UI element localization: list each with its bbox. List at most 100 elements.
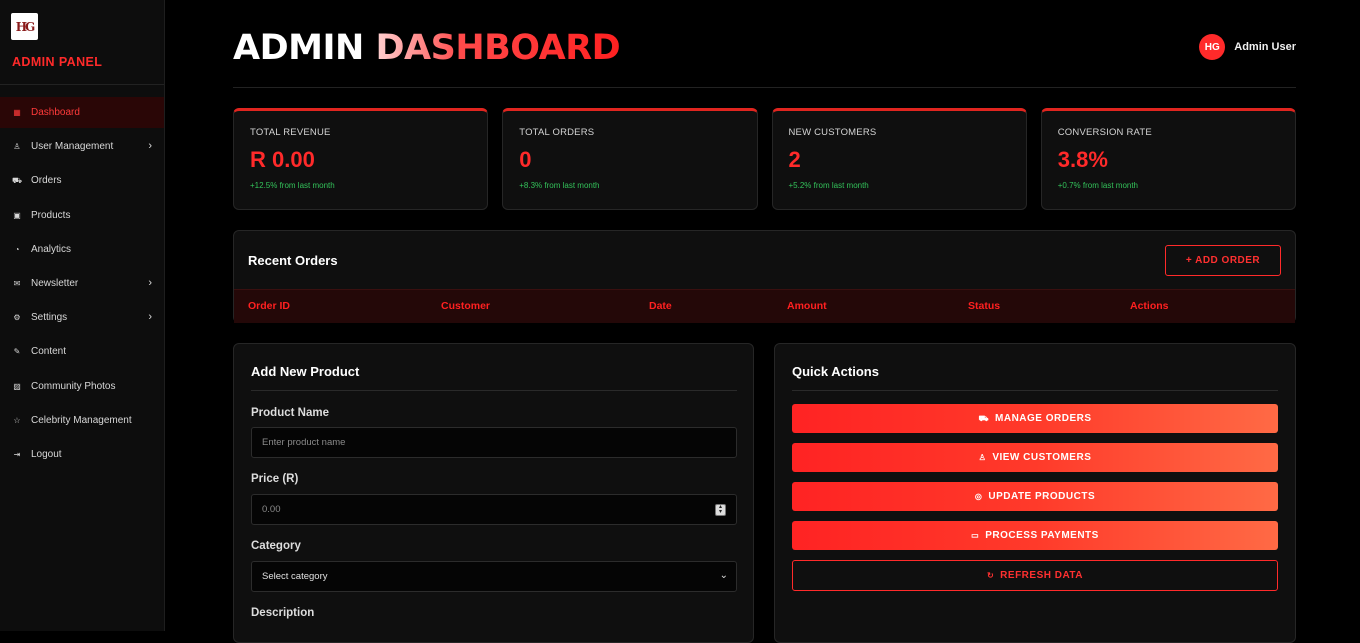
category-select[interactable]: Select category ⌄ — [251, 561, 737, 592]
sidebar-item-user-management[interactable]: ♙ User Management › — [0, 131, 164, 162]
column-header[interactable]: Amount — [787, 300, 827, 312]
stat-label: NEW CUSTOMERS — [788, 127, 877, 138]
sidebar-item-community-photos[interactable]: ▨ Community Photos — [0, 371, 164, 402]
stat-change: +12.5% from last month — [250, 181, 335, 190]
stat-value: R 0.00 — [250, 147, 315, 172]
cart-icon: ⛟ — [11, 175, 23, 185]
add-order-button[interactable]: + ADD ORDER — [1165, 245, 1281, 276]
box-icon: ▣ — [13, 210, 21, 220]
divider — [792, 390, 1278, 391]
user-icon: ♙ — [978, 453, 987, 462]
sidebar: HG ADMIN PANEL ▦ Dashboard ♙ User Managemen… — [0, 0, 165, 631]
orders-table-header: Order ID Customer Date Amount Status Act… — [234, 289, 1295, 323]
sidebar-item-newsletter[interactable]: ✉ Newsletter › — [0, 268, 164, 299]
button-label: REFRESH DATA — [1000, 570, 1084, 581]
mail-icon: ✉ — [13, 278, 21, 288]
sidebar-item-label: Content — [31, 346, 67, 358]
divider — [0, 84, 164, 85]
view-customers-button[interactable]: ♙ VIEW CUSTOMERS — [792, 443, 1278, 472]
sidebar-item-label: Orders — [31, 175, 62, 187]
stat-card-orders: TOTAL ORDERS 0 +8.3% from last month — [502, 108, 758, 210]
star-icon: ☆ — [13, 415, 21, 425]
stat-change: +0.7% from last month — [1057, 181, 1139, 190]
credit-card-icon: ▭ — [971, 531, 980, 540]
recent-orders-title: Recent Orders — [248, 253, 338, 268]
sidebar-item-products[interactable]: ▣ Products — [0, 200, 164, 231]
user-name: Admin User — [1234, 41, 1296, 53]
sidebar-nav: ▦ Dashboard ♙ User Management › ⛟ Orders ▣ Produ… — [0, 97, 164, 473]
chevron-down-icon: ⌄ — [719, 570, 728, 581]
brand-title: ADMIN PANEL — [12, 55, 103, 69]
product-name-label: Product Name — [251, 407, 329, 419]
stat-card-customers: NEW CUSTOMERS 2 +5.2% from last month — [771, 108, 1027, 210]
quick-actions-panel: Quick Actions ⛟ MANAGE ORDERS ♙ VIEW CUS… — [774, 343, 1296, 643]
sidebar-item-label: Products — [31, 209, 71, 221]
product-name-input[interactable]: Enter product name — [251, 427, 737, 458]
title-part-dashboard: DASHBOARD — [375, 28, 621, 68]
stat-label: TOTAL ORDERS — [519, 127, 595, 138]
button-label: MANAGE ORDERS — [995, 413, 1092, 424]
update-products-button[interactable]: ◎ UPDATE PRODUCTS — [792, 482, 1278, 511]
price-input[interactable]: 0.00 ▴ ▾ — [251, 494, 737, 525]
button-label: PROCESS PAYMENTS — [985, 530, 1099, 541]
page-title: ADMIN DASHBOARD — [233, 28, 621, 68]
button-label: UPDATE PRODUCTS — [988, 491, 1096, 502]
refresh-icon: ↻ — [986, 571, 995, 580]
stats-row: TOTAL REVENUE R 0.00 +12.5% from last mo… — [233, 108, 1296, 210]
price-label: Price (R) — [251, 473, 299, 485]
stat-card-conversion: CONVERSION RATE 3.8% +0.7% from last mon… — [1040, 108, 1296, 210]
user-icon: ♙ — [13, 142, 21, 152]
logout-icon: ⇥ — [13, 449, 21, 459]
sidebar-item-label: Logout — [31, 448, 62, 460]
title-part-admin: ADMIN — [233, 28, 364, 68]
sidebar-item-content[interactable]: ✎ Content — [0, 336, 164, 367]
stat-change: +8.3% from last month — [519, 181, 600, 190]
image-icon: ▨ — [13, 381, 21, 391]
recent-orders-panel: Recent Orders + ADD ORDER Order ID Custo… — [233, 230, 1296, 323]
cart-icon: ⛟ — [978, 413, 990, 423]
category-selected: Select category — [262, 571, 328, 582]
product-name-placeholder: Enter product name — [262, 437, 346, 448]
sidebar-item-celebrity-management[interactable]: ☆ Celebrity Management — [0, 405, 164, 436]
stat-label: TOTAL REVENUE — [250, 127, 331, 138]
sidebar-item-label: Community Photos — [31, 380, 116, 392]
chevron-right-icon: › — [148, 276, 152, 289]
price-placeholder: 0.00 — [262, 504, 281, 515]
divider — [233, 87, 1296, 88]
refresh-data-button[interactable]: ↻ REFRESH DATA — [792, 560, 1278, 591]
sidebar-item-logout[interactable]: ⇥ Logout — [0, 439, 164, 470]
quick-actions-title: Quick Actions — [792, 364, 879, 379]
divider — [251, 390, 737, 391]
chevron-right-icon: › — [148, 311, 152, 324]
sidebar-item-dashboard[interactable]: ▦ Dashboard — [0, 97, 164, 128]
avatar[interactable]: HG — [1199, 34, 1226, 60]
sidebar-item-label: User Management — [31, 141, 114, 153]
user-menu[interactable]: HG Admin User — [1199, 34, 1296, 60]
stat-value: 2 — [788, 147, 801, 172]
button-label: VIEW CUSTOMERS — [992, 452, 1092, 463]
sidebar-item-orders[interactable]: ⛟ Orders — [0, 165, 164, 196]
process-payments-button[interactable]: ▭ PROCESS PAYMENTS — [792, 521, 1278, 550]
logo-text: HG — [15, 19, 36, 34]
sidebar-item-settings[interactable]: ⚙ Settings › — [0, 302, 164, 333]
sidebar-item-analytics[interactable]: ◔ Analytics — [0, 234, 164, 265]
column-header[interactable]: Order ID — [248, 300, 290, 312]
column-header[interactable]: Customer — [441, 300, 490, 312]
sidebar-item-label: Dashboard — [31, 107, 80, 118]
gear-icon: ⚙ — [13, 313, 21, 323]
number-stepper-icon[interactable]: ▴ ▾ — [715, 504, 726, 516]
box-icon: ◎ — [974, 492, 983, 501]
stat-value: 0 — [519, 147, 532, 172]
chevron-right-icon: › — [148, 140, 152, 153]
pie-chart-icon: ◔ — [14, 244, 20, 254]
manage-orders-button[interactable]: ⛟ MANAGE ORDERS — [792, 404, 1278, 433]
stat-value: 3.8% — [1057, 147, 1108, 172]
column-header[interactable]: Actions — [1130, 300, 1169, 312]
grid-icon: ▦ — [13, 108, 21, 117]
add-product-panel: Add New Product Product Name Enter produ… — [233, 343, 754, 643]
stat-label: CONVERSION RATE — [1057, 127, 1152, 138]
sidebar-item-label: Settings — [31, 312, 68, 324]
column-header[interactable]: Date — [649, 300, 672, 312]
column-header[interactable]: Status — [968, 300, 1000, 312]
logo[interactable]: HG — [11, 13, 38, 40]
